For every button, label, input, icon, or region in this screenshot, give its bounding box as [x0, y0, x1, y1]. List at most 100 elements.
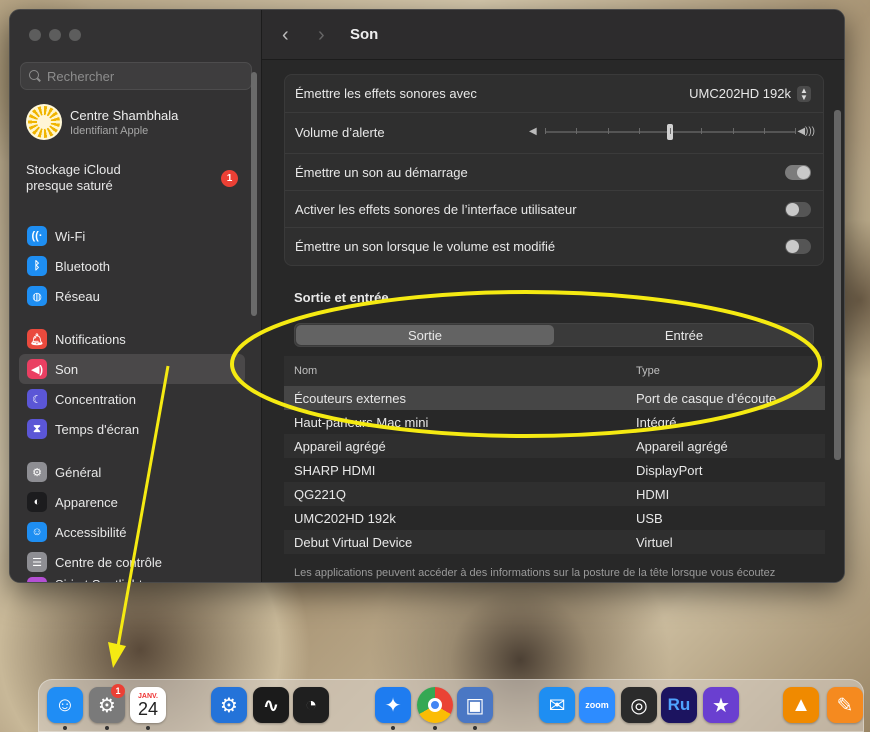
device-type: HDMI	[636, 486, 670, 502]
zoom-icon[interactable]: zoom	[579, 687, 615, 723]
account-subtitle: Identifiant Apple	[70, 124, 149, 137]
sidebar-item-control-center[interactable]: ☰ Centre de contrôle	[19, 547, 245, 577]
obs-icon[interactable]: ◎	[621, 687, 657, 723]
slider-tick	[701, 128, 703, 134]
sidebar-item-wifi[interactable]: ((· Wi-Fi	[19, 221, 245, 251]
mail-icon[interactable]: ✉	[539, 687, 575, 723]
device-name: Haut-parleurs Mac mini	[294, 414, 429, 430]
output-input-segmented-control: Sortie Entrée	[294, 323, 814, 347]
sidebar-item-bluetooth[interactable]: ᛒ Bluetooth	[19, 251, 245, 281]
bluetooth-icon: ᛒ	[27, 256, 47, 276]
device-type: USB	[636, 510, 663, 526]
device-name: Écouteurs externes	[294, 390, 407, 406]
alert-device-select[interactable]: UMC202HD 192k ▲ ▼	[689, 85, 811, 102]
ui-effects-toggle[interactable]	[785, 201, 811, 217]
sidebar-item-label: Réseau	[55, 288, 100, 304]
slider-tick	[638, 128, 640, 134]
search-icon	[29, 70, 41, 82]
table-row[interactable]: Appareil agrégé Appareil agrégé	[284, 434, 825, 458]
safari-icon[interactable]: ✦	[375, 687, 411, 723]
sidebar-item-label: Wi-Fi	[55, 228, 86, 244]
imovie-icon[interactable]: ★	[703, 687, 739, 723]
icloud-badge: 1	[221, 170, 238, 187]
gear-app-icon[interactable]: ⚙	[211, 687, 247, 723]
alert-device-value: UMC202HD 192k	[689, 86, 791, 101]
account-name: Centre Shambhala	[70, 107, 179, 123]
volume-feedback-toggle[interactable]	[785, 238, 811, 254]
column-name[interactable]: Nom	[294, 365, 317, 377]
apple-account[interactable]: Centre Shambhala Identifiant Apple	[26, 104, 178, 140]
tab-input[interactable]: Entrée	[555, 324, 813, 346]
page-title: Son	[350, 26, 379, 43]
search-field[interactable]	[20, 62, 252, 90]
globe-icon: ◍	[27, 286, 47, 306]
startup-sound-row: Émettre un son au démarrage	[285, 153, 823, 190]
sidebar-item-bell[interactable]: 🔔︎ Notifications	[19, 324, 245, 354]
icloud-storage-alert[interactable]: Stockage iCloud presque saturé 1	[26, 162, 246, 194]
table-row[interactable]: SHARP HDMI DisplayPort	[284, 458, 825, 482]
sidebar-item-siri[interactable]: ◉ Siri et Spotlight	[19, 577, 245, 582]
speaker-icon: ◀)	[27, 359, 47, 379]
sidebar-item-label: Centre de contrôle	[55, 554, 162, 570]
slider-tick	[607, 128, 609, 134]
device-name: UMC202HD 192k	[294, 510, 396, 526]
sound-effects-card: Émettre les effets sonores avec UMC202HD…	[284, 74, 824, 266]
head-tracking-footnote: Les applications peuvent accéder à des i…	[294, 567, 776, 579]
system-settings-window: Centre Shambhala Identifiant Apple Stock…	[9, 9, 845, 583]
minimize-button[interactable]	[49, 29, 61, 41]
table-row[interactable]: Écouteurs externes Port de casque d’écout…	[284, 386, 825, 410]
volume-feedback-label: Émettre un son lorsque le volume est mod…	[295, 238, 556, 254]
sidebar-item-label: Son	[55, 361, 79, 377]
slider-tick	[732, 128, 734, 134]
table-row[interactable]: Haut-parleurs Mac mini Intégré	[284, 410, 825, 434]
pages-icon[interactable]: ✎	[827, 687, 863, 723]
ui-effects-row: Activer les effets sonores de l’interfac…	[285, 190, 823, 227]
sidebar-item-globe[interactable]: ◍ Réseau	[19, 281, 245, 311]
table-row[interactable]: Debut Virtual Device Virtuel	[284, 530, 825, 554]
slider-tick	[670, 128, 671, 134]
zoom-button[interactable]	[69, 29, 81, 41]
running-indicator	[63, 726, 67, 730]
speedometer-icon[interactable]: ◔	[293, 687, 329, 723]
back-button[interactable]: ‹	[282, 24, 289, 47]
table-row[interactable]: QG221Q HDMI	[284, 482, 825, 506]
calendar-icon[interactable]: JANV. 24	[130, 687, 166, 723]
alert-volume-slider[interactable]: ◀ ◀)))	[529, 124, 815, 140]
search-input[interactable]	[47, 68, 237, 84]
main-pane: ‹ › Son Émettre les effets sonores avec …	[262, 10, 844, 582]
activity-monitor-icon[interactable]: ∿	[253, 687, 289, 723]
table-row[interactable]: UMC202HD 192k USB	[284, 506, 825, 530]
sidebar-item-moon[interactable]: ☾ Concentration	[19, 384, 245, 414]
sidebar-item-hourglass[interactable]: ⧗ Temps d'écran	[19, 414, 245, 444]
speaker-low-icon: ◀	[529, 126, 537, 137]
device-type: Intégré	[636, 414, 677, 430]
gear-icon: ⚙	[27, 462, 47, 482]
forward-button[interactable]: ›	[318, 24, 325, 47]
running-indicator	[433, 726, 437, 730]
device-name: SHARP HDMI	[294, 462, 376, 478]
sidebar-item-label: Général	[55, 464, 102, 480]
sidebar-scrollbar[interactable]	[251, 72, 257, 316]
bell-icon: 🔔︎	[27, 329, 47, 349]
rush-icon[interactable]: Ru	[661, 687, 697, 723]
sidebar-item-speaker[interactable]: ◀) Son	[19, 354, 245, 384]
table-body: Écouteurs externes Port de casque d’écout…	[284, 386, 825, 554]
sidebar-item-appearance[interactable]: ◐ Apparence	[19, 487, 245, 517]
finder-icon[interactable]: ☺	[47, 687, 83, 723]
sidebar-item-gear[interactable]: ⚙ Général	[19, 457, 245, 487]
preview-icon[interactable]: ▣	[457, 687, 493, 723]
column-type[interactable]: Type	[636, 365, 660, 377]
chrome-icon[interactable]	[417, 687, 453, 723]
vlc-icon[interactable]: ▲	[783, 687, 819, 723]
wifi-icon: ((·	[27, 226, 47, 246]
sidebar-item-label: Accessibilité	[55, 524, 127, 540]
sidebar-item-accessibility[interactable]: ☺ Accessibilité	[19, 517, 245, 547]
alert-volume-label: Volume d’alerte	[295, 125, 385, 140]
tab-output[interactable]: Sortie	[296, 325, 554, 345]
appearance-icon: ◐	[27, 492, 47, 512]
startup-sound-toggle[interactable]	[785, 164, 811, 180]
avatar	[26, 104, 62, 140]
close-button[interactable]	[29, 29, 41, 41]
main-scrollbar[interactable]	[834, 110, 841, 460]
sidebar-item-label: Notifications	[55, 331, 126, 347]
